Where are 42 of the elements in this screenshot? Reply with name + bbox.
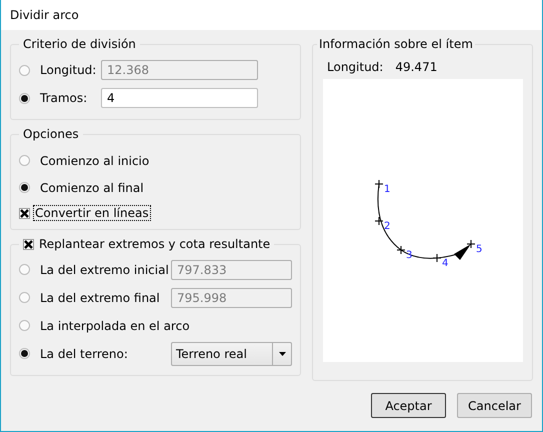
number-field[interactable]: 4 — [101, 88, 258, 108]
option-label: La interpolada en el arco — [39, 318, 191, 334]
radio-button[interactable] — [19, 155, 30, 166]
checkbox[interactable] — [19, 208, 30, 219]
length-label: Longitud: — [326, 59, 384, 75]
length-value: 49.471 — [394, 59, 438, 75]
point-label: 2 — [384, 221, 390, 232]
tick-mark — [374, 216, 384, 226]
option-label: Tramos: — [39, 90, 88, 106]
option-label: Comienzo al final — [39, 180, 145, 196]
arrow-icon — [454, 244, 471, 260]
group-title: Opciones — [23, 127, 79, 142]
accept-button[interactable]: Aceptar — [371, 393, 446, 418]
option-label: Comienzo al inicio — [39, 152, 150, 169]
window-title: Dividir arco — [10, 8, 79, 22]
radio-button[interactable] — [19, 320, 30, 331]
tick-mark — [466, 240, 476, 248]
caret-icon — [278, 352, 286, 356]
option-label: La del extremo inicial — [39, 262, 170, 278]
dropdown[interactable]: Terreno real — [171, 342, 292, 366]
tick-mark — [374, 180, 384, 188]
checkbox[interactable] — [23, 239, 34, 250]
number-field[interactable]: 797.833 — [171, 260, 292, 280]
point-label: 4 — [442, 258, 448, 269]
group-title: Criterio de división — [23, 37, 136, 52]
option-label: Longitud: — [39, 62, 98, 78]
cancel-button[interactable]: Cancelar — [457, 393, 532, 418]
radio-button[interactable] — [19, 264, 30, 275]
group-title: Información sobre el ítem — [319, 37, 473, 52]
group-title: Replantear extremos y cota resultante — [39, 237, 270, 252]
point-label: 1 — [384, 184, 390, 195]
option-label: La del extremo final — [39, 290, 161, 306]
tick-mark — [432, 254, 442, 262]
radio-button[interactable] — [19, 92, 30, 104]
radio-button[interactable] — [19, 348, 30, 359]
option-label: La del terreno: — [39, 346, 129, 362]
point-label: 5 — [476, 244, 482, 255]
tick-mark — [396, 246, 406, 254]
radio-button[interactable] — [19, 292, 30, 303]
number-field[interactable]: 795.998 — [171, 288, 292, 308]
checkbox-label: Convertir en líneas — [33, 205, 151, 222]
radio-button[interactable] — [19, 182, 30, 194]
